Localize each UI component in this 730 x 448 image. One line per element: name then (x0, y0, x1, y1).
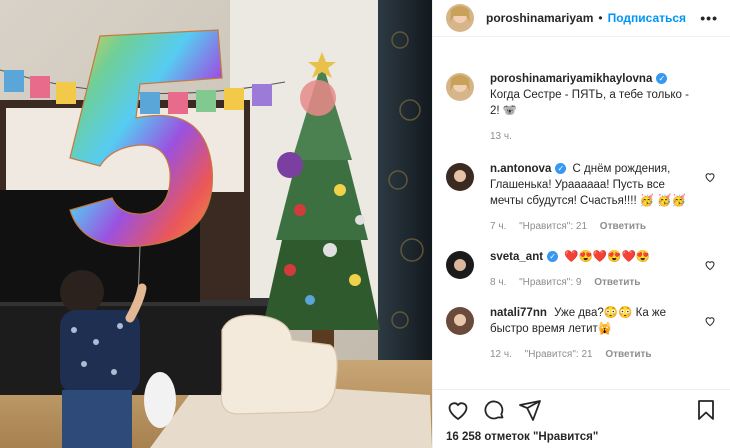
share-icon[interactable] (518, 398, 542, 422)
comment-text: ❤️😍❤️😍❤️😍 (564, 251, 651, 263)
reply-button[interactable]: Ответить (594, 277, 640, 288)
bookmark-icon[interactable] (694, 398, 718, 422)
commenter-avatar[interactable] (446, 307, 474, 335)
reply-button[interactable]: Ответить (605, 349, 651, 360)
comment-likes[interactable]: "Нравится": 21 (525, 349, 593, 360)
comment-body: n.antonova ✓ С днём рождения, Глашенька! … (490, 161, 698, 235)
caption-time[interactable]: 13 ч. (490, 131, 512, 142)
caption: poroshinamariyamikhaylovna ✓ Когда Сестре… (433, 73, 730, 145)
commenter-avatar-image (446, 251, 474, 279)
comment-icon[interactable] (482, 398, 506, 422)
comment-username[interactable]: natali77nn (490, 307, 547, 319)
post-header: poroshinamariyam • Подписаться ••• (433, 0, 730, 37)
caption-text: Когда Сестре - ПЯТЬ, а тебе только - 2! … (490, 89, 689, 117)
comment-likes[interactable]: "Нравится": 21 (519, 221, 587, 232)
follow-button[interactable]: Подписаться (608, 11, 686, 25)
birthday-photo (0, 0, 432, 448)
likes-count[interactable]: 16 258 отметок "Нравится" (433, 422, 730, 443)
commenter-avatar-image (446, 307, 474, 335)
verified-icon: ✓ (656, 73, 668, 84)
post-photo[interactable] (0, 0, 432, 448)
author-avatar[interactable] (446, 4, 474, 32)
comment-meta: 7 ч. "Нравится": 21 Ответить (490, 219, 698, 235)
author-avatar-image (446, 4, 474, 32)
comment-time[interactable]: 12 ч. (490, 349, 512, 360)
comment-body: sveta_ant ✓ ❤️😍❤️😍❤️😍 8 ч. "Нравится": 9 … (490, 249, 698, 291)
comment-meta: 12 ч. "Нравится": 21 Ответить (490, 347, 698, 363)
comment: natali77nn Уже два?😳😳 Ка же быстро время… (433, 307, 730, 363)
verified-icon: ✓ (555, 163, 567, 174)
author-username[interactable]: poroshinamariyam (486, 11, 593, 25)
comment-like-icon[interactable] (704, 315, 716, 327)
reply-button[interactable]: Ответить (600, 221, 646, 232)
comment-like-icon[interactable] (704, 259, 716, 271)
comment: n.antonova ✓ С днём рождения, Глашенька! … (433, 163, 730, 235)
commenter-avatar[interactable] (446, 163, 474, 191)
header-separator: • (598, 11, 603, 25)
commenter-avatar[interactable] (446, 251, 474, 279)
comment-username[interactable]: n.antonova (490, 163, 551, 175)
caption-avatar[interactable] (446, 73, 474, 101)
comment-time[interactable]: 7 ч. (490, 221, 506, 232)
caption-avatar-image (446, 73, 474, 101)
verified-icon: ✓ (547, 251, 559, 262)
comment-likes[interactable]: "Нравится": 9 (519, 277, 581, 288)
caption-username[interactable]: poroshinamariyamikhaylovna (490, 73, 652, 85)
comment-meta: 8 ч. "Нравится": 9 Ответить (490, 275, 698, 291)
post-panel: poroshinamariyam • Подписаться ••• poros… (432, 0, 730, 448)
caption-meta: 13 ч. (490, 129, 698, 145)
more-options-icon[interactable]: ••• (700, 10, 718, 26)
comment-username[interactable]: sveta_ant (490, 251, 543, 263)
action-icons (433, 390, 730, 422)
caption-body: poroshinamariyamikhaylovna ✓ Когда Сестре… (490, 71, 698, 145)
comment-body: natali77nn Уже два?😳😳 Ка же быстро время… (490, 305, 698, 363)
comment-time[interactable]: 8 ч. (490, 277, 506, 288)
heart-icon[interactable] (446, 398, 470, 422)
action-bar: 16 258 отметок "Нравится" (433, 389, 730, 448)
comments-list[interactable]: poroshinamariyamikhaylovna ✓ Когда Сестре… (433, 58, 730, 390)
comment-like-icon[interactable] (704, 171, 716, 183)
comment: sveta_ant ✓ ❤️😍❤️😍❤️😍 8 ч. "Нравится": 9 … (433, 251, 730, 291)
commenter-avatar-image (446, 163, 474, 191)
